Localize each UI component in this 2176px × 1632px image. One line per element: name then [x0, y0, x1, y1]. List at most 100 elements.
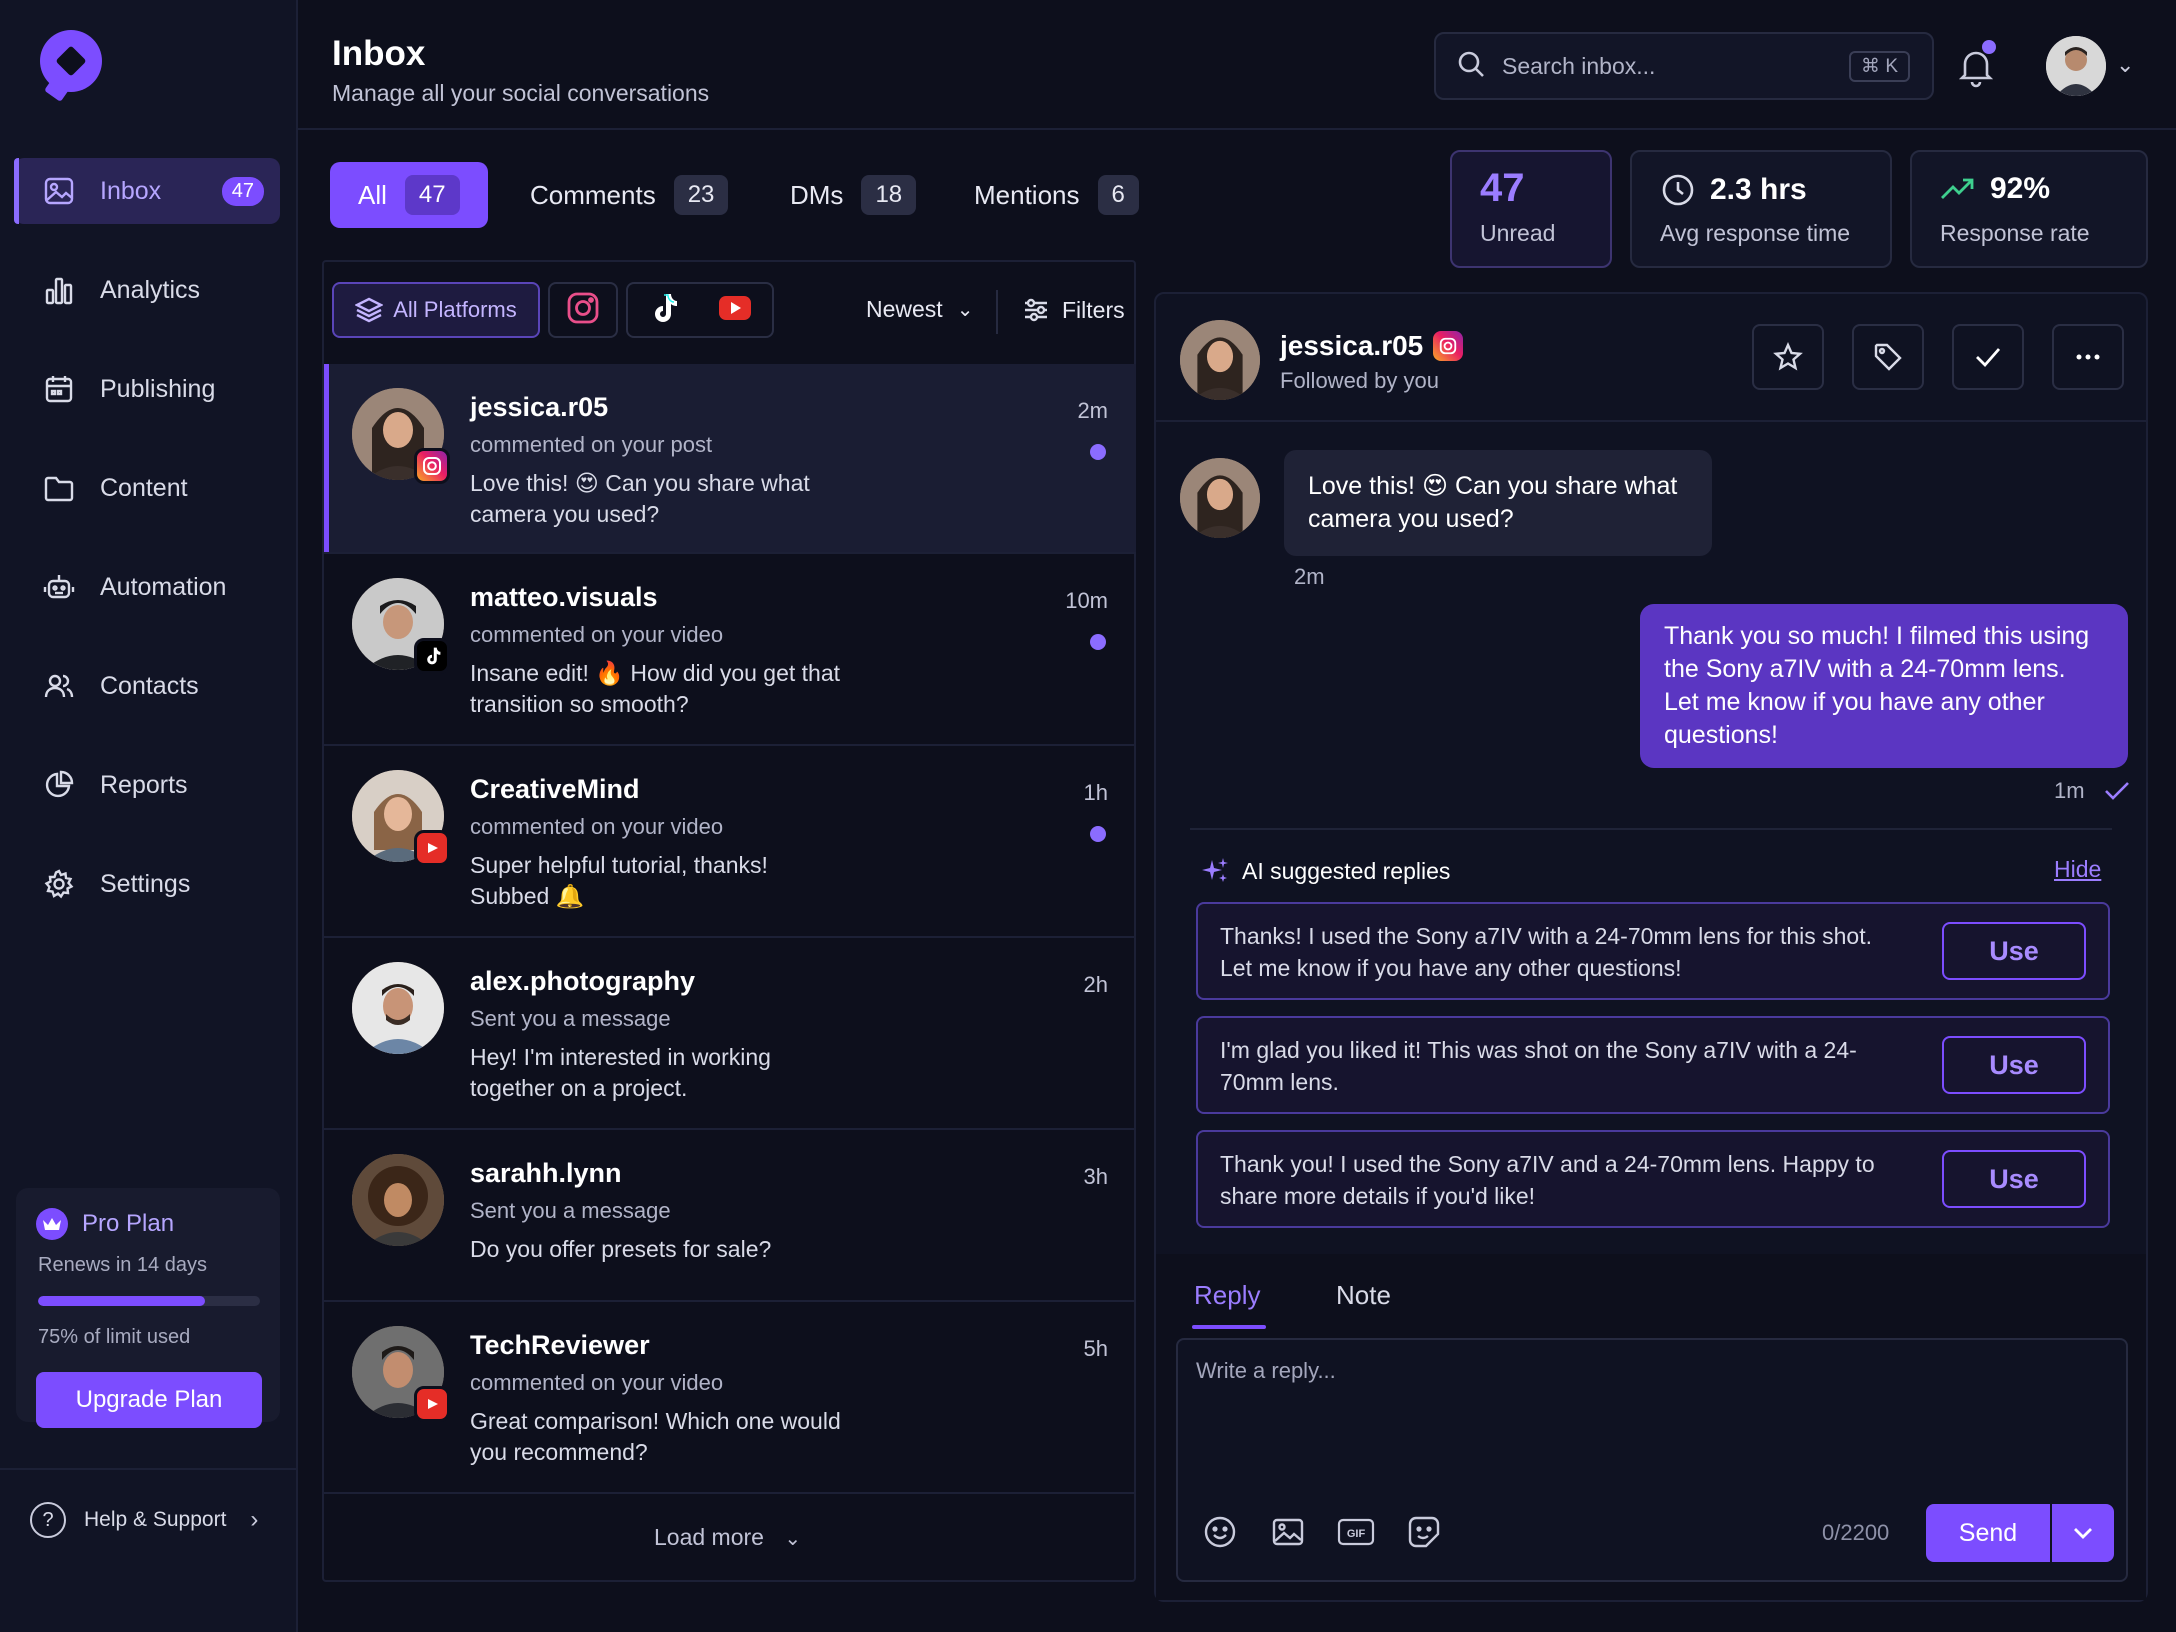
outgoing-message: Thank you so much! I filmed this using t…	[1640, 604, 2128, 768]
conversation-action: Sent you a message	[470, 1006, 671, 1031]
conversation-message: Great comparison! Which one would you re…	[470, 1408, 841, 1465]
mark-done-button[interactable]	[1952, 324, 2024, 390]
star-icon	[1773, 342, 1803, 371]
send-options-button[interactable]	[2052, 1504, 2114, 1562]
page-subtitle: Manage all your social conversations	[332, 80, 710, 106]
stat-number: 2.3 hrs	[1710, 173, 1807, 206]
tab-count: 18	[861, 175, 917, 215]
calendar-icon	[42, 372, 76, 406]
sidebar-item-analytics[interactable]: Analytics	[14, 257, 280, 323]
conversation-item[interactable]: TechReviewer commented on your video Gre…	[324, 1302, 1136, 1494]
youtube-icon[interactable]	[718, 295, 752, 326]
tag-icon	[1874, 343, 1902, 371]
reply-input[interactable]	[1196, 1358, 2096, 1458]
message-time: 2m	[1294, 564, 1325, 589]
sidebar-item-label: Reports	[100, 770, 188, 799]
reply-area: Reply Note GIF 0/2200 Send	[1156, 1254, 2146, 1600]
tag-button[interactable]	[1852, 324, 1924, 390]
conversation-name: matteo.visuals	[470, 582, 658, 612]
load-more-button[interactable]: Load more ⌄	[654, 1524, 801, 1551]
tiktok-icon[interactable]	[648, 292, 678, 329]
filters-button[interactable]: Filters	[1022, 296, 1125, 324]
stat-label: Avg response time	[1660, 220, 1851, 246]
use-suggestion-button[interactable]: Use	[1942, 1036, 2086, 1094]
chevron-down-icon: ⌄	[956, 299, 974, 321]
search-shortcut: ⌘ K	[1849, 50, 1910, 82]
filter-divider	[996, 290, 998, 334]
conversation-item[interactable]: alex.photography Sent you a message Hey!…	[324, 938, 1136, 1130]
sidebar-item-publishing[interactable]: Publishing	[14, 356, 280, 422]
tab-mentions[interactable]: Mentions 6	[974, 162, 1139, 228]
tab-note[interactable]: Note	[1336, 1280, 1391, 1311]
top-header: Inbox Manage all your social conversatio…	[298, 0, 2176, 130]
search-input[interactable]	[1502, 52, 1802, 80]
tab-reply[interactable]: Reply	[1191, 1280, 1268, 1329]
notifications-button[interactable]	[1954, 40, 1998, 88]
avatar	[352, 962, 444, 1054]
gif-button[interactable]: GIF	[1336, 1512, 1376, 1552]
star-button[interactable]	[1752, 324, 1824, 390]
sidebar-item-settings[interactable]: Settings	[14, 851, 280, 917]
stat-response-rate: 92% Response rate	[1910, 150, 2148, 268]
send-button[interactable]: Send	[1926, 1504, 2050, 1562]
stat-label: Unread	[1480, 220, 1556, 246]
image-icon	[42, 174, 76, 208]
sidebar-item-label: Content	[100, 473, 188, 502]
instagram-icon	[566, 291, 600, 330]
sort-dropdown[interactable]: Newest ⌄	[866, 296, 973, 323]
sidebar-item-content[interactable]: Content	[14, 455, 280, 521]
sidebar-item-label: Automation	[100, 572, 227, 601]
tab-label: Comments	[530, 179, 656, 210]
stat-value: 2.3 hrs	[1660, 172, 1807, 208]
suggested-reply-text: I'm glad you liked it! This was shot on …	[1220, 1037, 1857, 1095]
conversation-name: jessica.r05	[470, 392, 609, 422]
plan-renews: Renews in 14 days	[38, 1254, 207, 1276]
conversation-time: 5h	[1083, 1336, 1108, 1361]
conversation-time: 2h	[1083, 972, 1108, 997]
sidebar-item-contacts[interactable]: Contacts	[14, 653, 280, 719]
check-icon	[2104, 782, 2129, 800]
sidebar-item-inbox[interactable]: Inbox 47	[14, 158, 280, 224]
conversation-item[interactable]: CreativeMind commented on your video Sup…	[324, 746, 1136, 938]
conversation-message: Love this! 😍 Can you share what camera y…	[470, 470, 810, 527]
conversation-message: Insane edit! 🔥 How did you get that tran…	[470, 660, 841, 717]
tab-all[interactable]: All 47	[330, 162, 488, 228]
app-logo[interactable]	[40, 30, 102, 92]
hide-suggestions-link[interactable]: Hide	[2054, 856, 2101, 883]
conversation-name: CreativeMind	[470, 774, 640, 804]
conversation-name: sarahh.lynn	[470, 1158, 622, 1188]
upgrade-plan-button[interactable]: Upgrade Plan	[36, 1372, 262, 1428]
unread-dot	[1090, 634, 1106, 650]
image-upload-button[interactable]	[1268, 1512, 1308, 1552]
suggested-reply-text: Thanks! I used the Sony a7IV with a 24-7…	[1220, 923, 1872, 981]
conversation-item[interactable]: sarahh.lynn Sent you a message Do you of…	[324, 1130, 1136, 1302]
conversation-action: commented on your video	[470, 622, 724, 647]
platform-filter-bar: All Platforms	[332, 282, 774, 338]
sidebar-item-label: Inbox	[100, 176, 162, 205]
load-more-label: Load more	[654, 1524, 764, 1550]
sidebar-item-automation[interactable]: Automation	[14, 554, 280, 620]
conversation-item[interactable]: matteo.visuals commented on your video I…	[324, 554, 1136, 746]
chevron-down-icon[interactable]: ⌄	[2116, 52, 2134, 78]
conversation-item[interactable]: jessica.r05 commented on your post Love …	[324, 364, 1136, 554]
instagram-filter-button[interactable]	[548, 282, 618, 338]
conversation-time: 10m	[1065, 588, 1108, 613]
tab-count: 23	[673, 175, 729, 215]
all-platforms-button[interactable]: All Platforms	[332, 282, 540, 338]
search-box[interactable]: ⌘ K	[1434, 32, 1934, 100]
sidebar-divider	[0, 1468, 298, 1470]
conversation-action: commented on your post	[470, 432, 713, 457]
more-options-button[interactable]	[2052, 324, 2124, 390]
emoji-button[interactable]	[1200, 1512, 1240, 1552]
conversation-action: Sent you a message	[470, 1198, 671, 1223]
sidebar-item-reports[interactable]: Reports	[14, 752, 280, 818]
user-avatar[interactable]	[2046, 36, 2106, 96]
help-support-link[interactable]: ? Help & Support ›	[30, 1502, 258, 1538]
use-suggestion-button[interactable]: Use	[1942, 1150, 2086, 1208]
tab-comments[interactable]: Comments 23	[530, 162, 729, 228]
use-suggestion-button[interactable]: Use	[1942, 922, 2086, 980]
detail-header: jessica.r05 Followed by you	[1156, 294, 2146, 422]
tab-label: DMs	[790, 179, 844, 210]
tab-dms[interactable]: DMs 18	[790, 162, 917, 228]
sticker-button[interactable]	[1404, 1512, 1444, 1552]
